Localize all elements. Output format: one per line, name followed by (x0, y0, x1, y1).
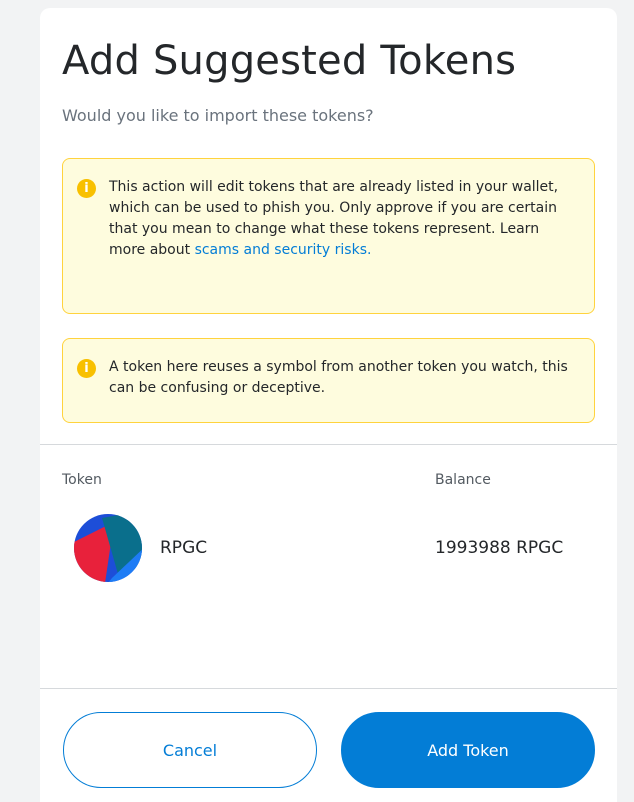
divider (40, 688, 617, 689)
page-subtitle: Would you like to import these tokens? (62, 106, 374, 125)
cancel-button[interactable]: Cancel (63, 712, 317, 788)
divider (40, 444, 617, 445)
info-icon: i (77, 179, 96, 198)
add-suggested-tokens-panel: Add Suggested Tokens Would you like to i… (40, 8, 617, 802)
duplicate-symbol-warning: i A token here reuses a symbol from anot… (62, 338, 595, 423)
warning-text: A token here reuses a symbol from anothe… (109, 359, 568, 396)
edit-tokens-warning: i This action will edit tokens that are … (62, 158, 595, 314)
token-balance: 1993988 RPGC (435, 538, 564, 558)
add-token-button[interactable]: Add Token (341, 712, 595, 788)
page-title: Add Suggested Tokens (62, 38, 517, 84)
token-row: RPGC 1993988 RPGC (62, 510, 595, 582)
info-icon: i (77, 359, 96, 378)
token-column-header: Token (62, 472, 102, 488)
scams-security-risks-link[interactable]: scams and security risks. (195, 242, 372, 258)
token-jazzicon-avatar (74, 514, 142, 582)
token-symbol: RPGC (160, 538, 208, 558)
balance-column-header: Balance (435, 472, 491, 488)
